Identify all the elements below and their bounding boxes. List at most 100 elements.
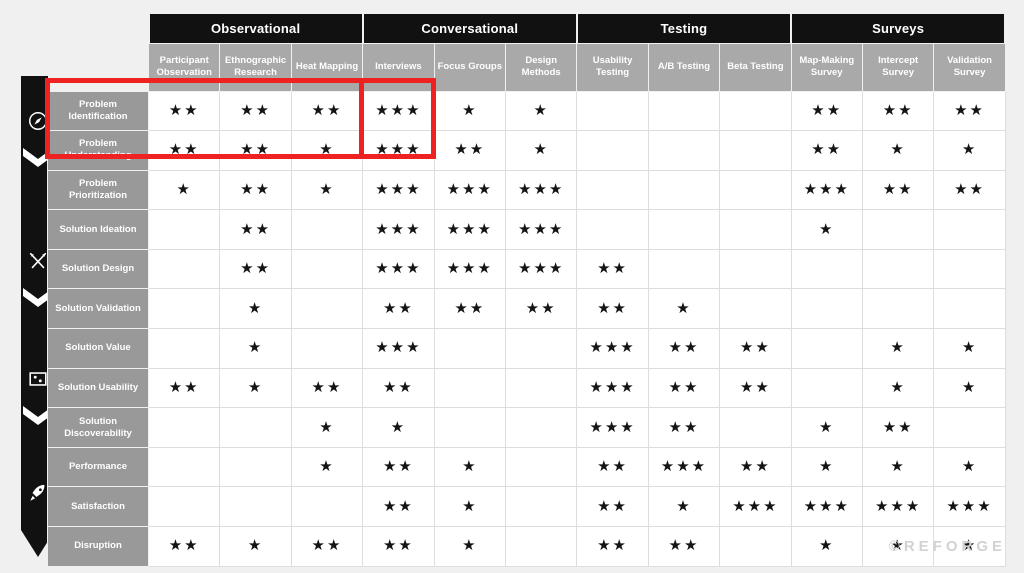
- matrix-cell[interactable]: ★: [290, 407, 364, 448]
- matrix-cell[interactable]: [933, 248, 1006, 290]
- matrix-cell[interactable]: [861, 288, 935, 330]
- matrix-cell[interactable]: ★★: [647, 367, 721, 409]
- matrix-cell[interactable]: ★★: [861, 407, 935, 448]
- matrix-cell[interactable]: [504, 367, 578, 409]
- matrix-cell[interactable]: ★★★: [362, 209, 435, 250]
- matrix-cell[interactable]: [861, 209, 935, 250]
- matrix-cell[interactable]: ★: [790, 209, 863, 250]
- matrix-cell[interactable]: ★★: [647, 407, 721, 448]
- matrix-cell[interactable]: ★★★: [362, 90, 435, 132]
- matrix-cell[interactable]: ★: [362, 407, 435, 448]
- matrix-cell[interactable]: ★★★: [719, 486, 792, 528]
- matrix-cell[interactable]: [147, 446, 221, 488]
- matrix-cell[interactable]: ★: [433, 486, 506, 528]
- matrix-cell[interactable]: ★: [219, 328, 292, 369]
- matrix-cell[interactable]: ★★: [147, 130, 221, 171]
- matrix-cell[interactable]: ★: [933, 446, 1006, 488]
- matrix-cell[interactable]: [647, 90, 721, 132]
- matrix-cell[interactable]: ★★: [433, 130, 506, 171]
- matrix-cell[interactable]: ★★: [576, 288, 649, 330]
- matrix-cell[interactable]: ★★★: [576, 367, 649, 409]
- matrix-cell[interactable]: [719, 248, 792, 290]
- matrix-cell[interactable]: ★: [861, 328, 935, 369]
- matrix-cell[interactable]: ★: [433, 446, 506, 488]
- matrix-cell[interactable]: [933, 288, 1006, 330]
- matrix-cell[interactable]: ★: [290, 130, 364, 171]
- matrix-cell[interactable]: ★: [290, 446, 364, 488]
- matrix-cell[interactable]: [504, 407, 578, 448]
- matrix-cell[interactable]: [933, 407, 1006, 448]
- matrix-cell[interactable]: ★★: [219, 130, 292, 171]
- matrix-cell[interactable]: [719, 169, 792, 211]
- matrix-cell[interactable]: ★★: [576, 526, 649, 567]
- matrix-cell[interactable]: [219, 446, 292, 488]
- matrix-cell[interactable]: ★: [147, 169, 221, 211]
- matrix-cell[interactable]: ★★: [647, 328, 721, 369]
- matrix-cell[interactable]: [719, 130, 792, 171]
- matrix-cell[interactable]: ★★: [219, 248, 292, 290]
- matrix-cell[interactable]: [290, 288, 364, 330]
- matrix-cell[interactable]: [576, 169, 649, 211]
- matrix-cell[interactable]: ★★: [219, 209, 292, 250]
- matrix-cell[interactable]: ★★★: [790, 486, 863, 528]
- matrix-cell[interactable]: ★★★: [576, 407, 649, 448]
- matrix-cell[interactable]: [219, 407, 292, 448]
- matrix-cell[interactable]: ★: [861, 367, 935, 409]
- matrix-cell[interactable]: [147, 288, 221, 330]
- matrix-cell[interactable]: ★: [647, 486, 721, 528]
- matrix-cell[interactable]: [576, 209, 649, 250]
- matrix-cell[interactable]: ★★: [933, 90, 1006, 132]
- matrix-cell[interactable]: [147, 486, 221, 528]
- matrix-cell[interactable]: ★★★: [790, 169, 863, 211]
- matrix-cell[interactable]: [719, 288, 792, 330]
- matrix-cell[interactable]: ★★: [933, 169, 1006, 211]
- matrix-cell[interactable]: ★★★: [433, 209, 506, 250]
- matrix-cell[interactable]: ★★★: [861, 486, 935, 528]
- matrix-cell[interactable]: [790, 367, 863, 409]
- matrix-cell[interactable]: ★★: [790, 90, 863, 132]
- matrix-cell[interactable]: [433, 328, 506, 369]
- matrix-cell[interactable]: [147, 328, 221, 369]
- matrix-cell[interactable]: ★: [219, 288, 292, 330]
- matrix-cell[interactable]: ★: [933, 367, 1006, 409]
- matrix-cell[interactable]: ★: [219, 526, 292, 567]
- matrix-cell[interactable]: ★★: [219, 90, 292, 132]
- matrix-cell[interactable]: [576, 130, 649, 171]
- matrix-cell[interactable]: [790, 328, 863, 369]
- matrix-cell[interactable]: [719, 209, 792, 250]
- matrix-cell[interactable]: ★★: [290, 526, 364, 567]
- matrix-cell[interactable]: [647, 209, 721, 250]
- matrix-cell[interactable]: ★★: [861, 169, 935, 211]
- matrix-cell[interactable]: ★★: [790, 130, 863, 171]
- matrix-cell[interactable]: [647, 248, 721, 290]
- matrix-cell[interactable]: ★: [790, 407, 863, 448]
- matrix-cell[interactable]: ★★: [504, 288, 578, 330]
- matrix-cell[interactable]: ★: [290, 169, 364, 211]
- matrix-cell[interactable]: ★★: [147, 526, 221, 567]
- matrix-cell[interactable]: ★★★: [576, 328, 649, 369]
- matrix-cell[interactable]: ★★: [861, 90, 935, 132]
- matrix-cell[interactable]: [576, 90, 649, 132]
- matrix-cell[interactable]: [790, 248, 863, 290]
- matrix-cell[interactable]: ★★★: [504, 209, 578, 250]
- matrix-cell[interactable]: ★★★: [362, 248, 435, 290]
- matrix-cell[interactable]: ★★: [647, 526, 721, 567]
- matrix-cell[interactable]: ★★★: [504, 169, 578, 211]
- matrix-cell[interactable]: ★: [504, 130, 578, 171]
- matrix-cell[interactable]: [790, 288, 863, 330]
- matrix-cell[interactable]: ★★: [719, 367, 792, 409]
- matrix-cell[interactable]: [504, 446, 578, 488]
- matrix-cell[interactable]: ★★: [433, 288, 506, 330]
- matrix-cell[interactable]: ★: [861, 130, 935, 171]
- matrix-cell[interactable]: [290, 328, 364, 369]
- matrix-cell[interactable]: ★★★: [933, 486, 1006, 528]
- matrix-cell[interactable]: ★: [861, 446, 935, 488]
- matrix-cell[interactable]: [719, 526, 792, 567]
- matrix-cell[interactable]: [504, 486, 578, 528]
- matrix-cell[interactable]: [147, 209, 221, 250]
- matrix-cell[interactable]: ★★: [576, 446, 649, 488]
- matrix-cell[interactable]: ★★★: [433, 248, 506, 290]
- matrix-cell[interactable]: [647, 130, 721, 171]
- matrix-cell[interactable]: ★: [933, 328, 1006, 369]
- matrix-cell[interactable]: ★★: [362, 446, 435, 488]
